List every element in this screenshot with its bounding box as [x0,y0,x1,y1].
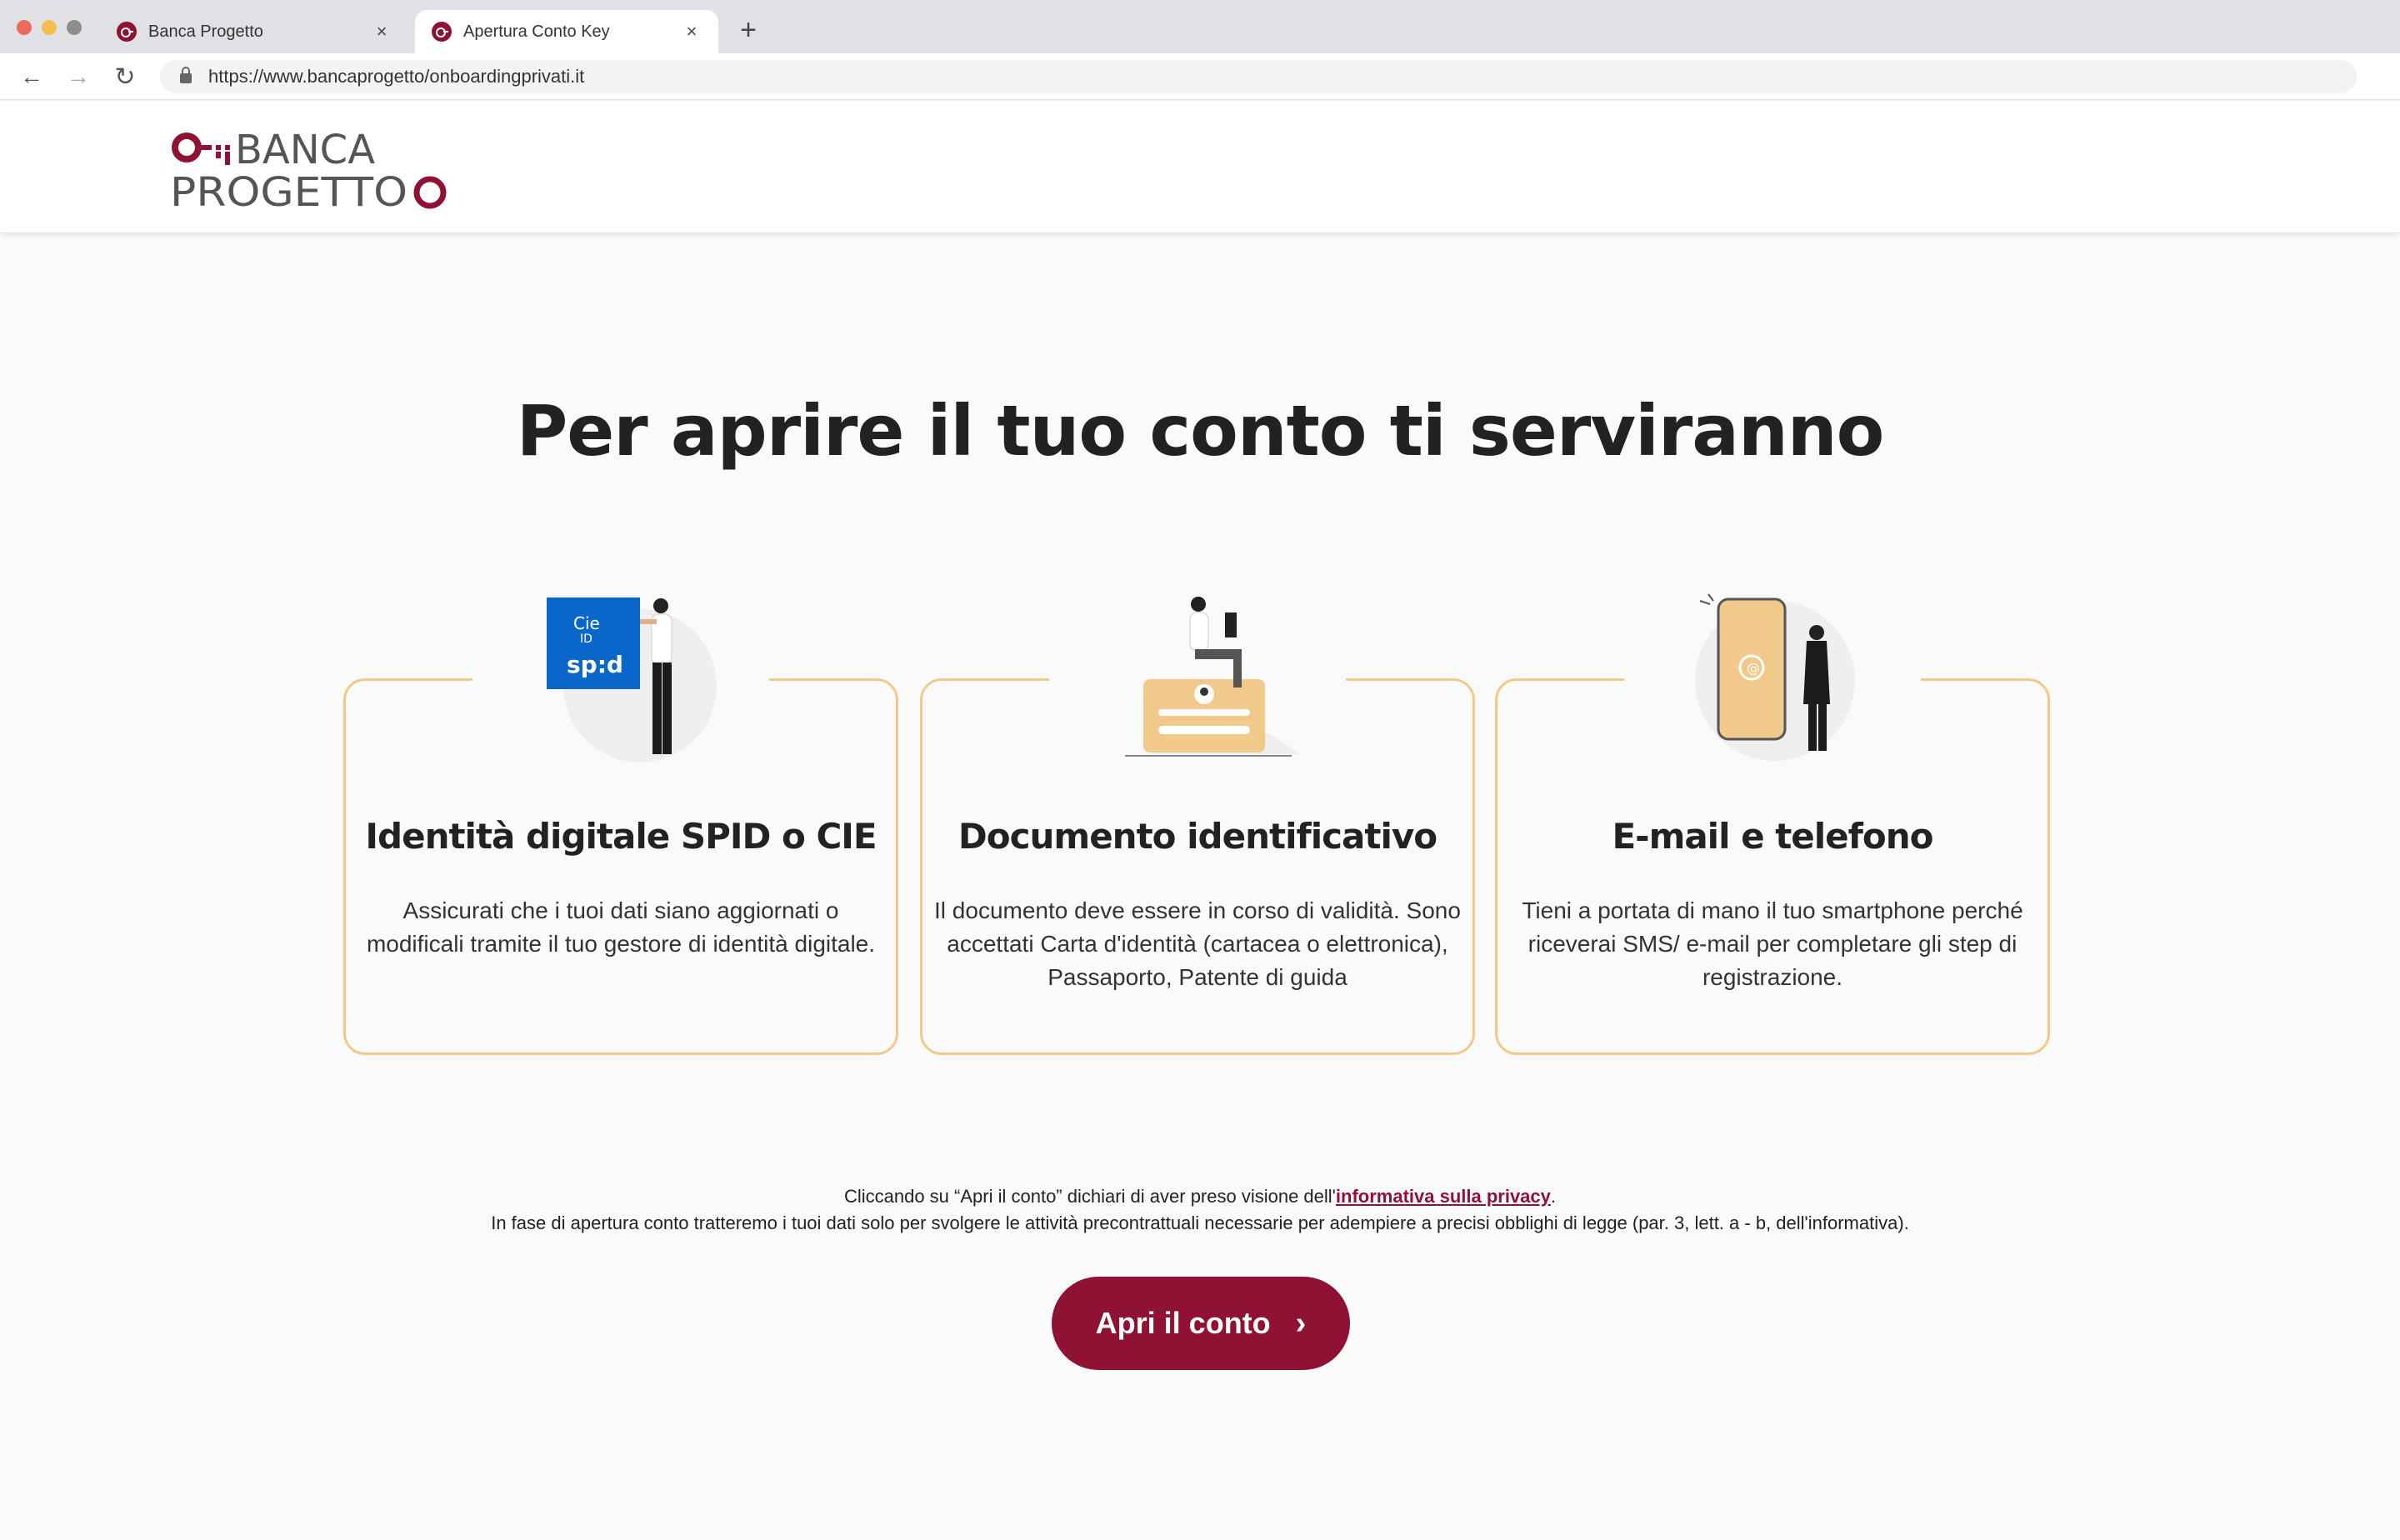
tab-banca-progetto[interactable]: Banca Progetto × [100,10,408,53]
svg-text:Cie: Cie [573,613,600,633]
lock-icon [180,67,192,83]
new-tab-button[interactable]: + [733,13,763,47]
card-description: Tieni a portata di mano il tuo smartphon… [1522,898,2023,990]
browser-tab-bar: Banca Progetto × Apertura Conto Key × + [0,0,2400,53]
open-account-label: Apri il conto [1095,1306,1271,1340]
back-arrow-icon[interactable]: ← [15,60,48,93]
disclaimer-line-2: In fase di apertura conto tratteremo i t… [491,1212,1909,1233]
card-description: Assicurati che i tuoi dati siano aggiorn… [366,898,876,957]
favicon-icon [117,22,137,42]
url-text: https://www.bancaprogetto/onboardingpriv… [208,66,585,87]
page-title: Per aprire il tuo conto ti serviranno [516,390,1885,472]
card-documento: Documento identificativo Il documento de… [920,597,1475,1055]
forward-arrow-icon[interactable]: → [62,60,95,93]
email-phone-illustration-icon: @ [1695,593,1855,761]
banca-progetto-logo[interactable]: BANCA PROGETTO [170,126,453,209]
browser-toolbar: ← → ↻ https://www.bancaprogetto/onboardi… [0,53,2400,100]
svg-text:ID: ID [580,632,592,646]
logo-text-banca: BANCA [235,127,375,173]
logo-text-progetto: PROGETTO [170,169,408,209]
address-bar[interactable]: https://www.bancaprogetto/onboardingpriv… [160,60,2357,93]
card-title: Documento identificativo [958,816,1438,857]
tab-label: Banca Progetto [148,22,263,41]
open-account-button[interactable]: Apri il conto › [1052,1277,1350,1370]
id-document-illustration-icon [1125,597,1300,757]
window-zoom-dot[interactable] [67,20,82,35]
close-tab-icon[interactable]: × [372,21,392,42]
tab-apertura-conto-key[interactable]: Apertura Conto Key × [415,10,718,53]
card-email-telefono: @ E-mail e telefono Tieni a portata di m… [1495,593,2050,1055]
privacy-policy-link[interactable]: informativa sulla privacy [1336,1186,1551,1207]
svg-text:sp:d: sp:d [567,651,623,678]
window-close-dot[interactable] [17,20,32,35]
svg-text:@: @ [1747,660,1760,676]
card-title: E-mail e telefono [1612,816,1933,857]
disclaimer-line-1: Cliccando su “Apri il conto” dichiari di… [843,1186,1557,1207]
card-description: Il documento deve essere in corso di val… [934,898,1461,990]
site-header: BANCA PROGETTO [0,101,2400,232]
card-spid-cie: Cie ID sp:d Identità digitale SPID o CIE… [343,598,898,1055]
close-tab-icon[interactable]: × [682,21,702,42]
tab-label: Apertura Conto Key [463,22,610,41]
card-title: Identità digitale SPID o CIE [365,816,877,857]
window-minimize-dot[interactable] [42,20,57,35]
spid-cie-illustration-icon: Cie ID sp:d [547,598,717,762]
chevron-right-icon: › [1295,1305,1307,1341]
reload-icon[interactable]: ↻ [108,60,142,93]
privacy-disclaimer: Cliccando su “Apri il conto” dichiari di… [0,1183,2400,1237]
favicon-icon [432,22,452,42]
